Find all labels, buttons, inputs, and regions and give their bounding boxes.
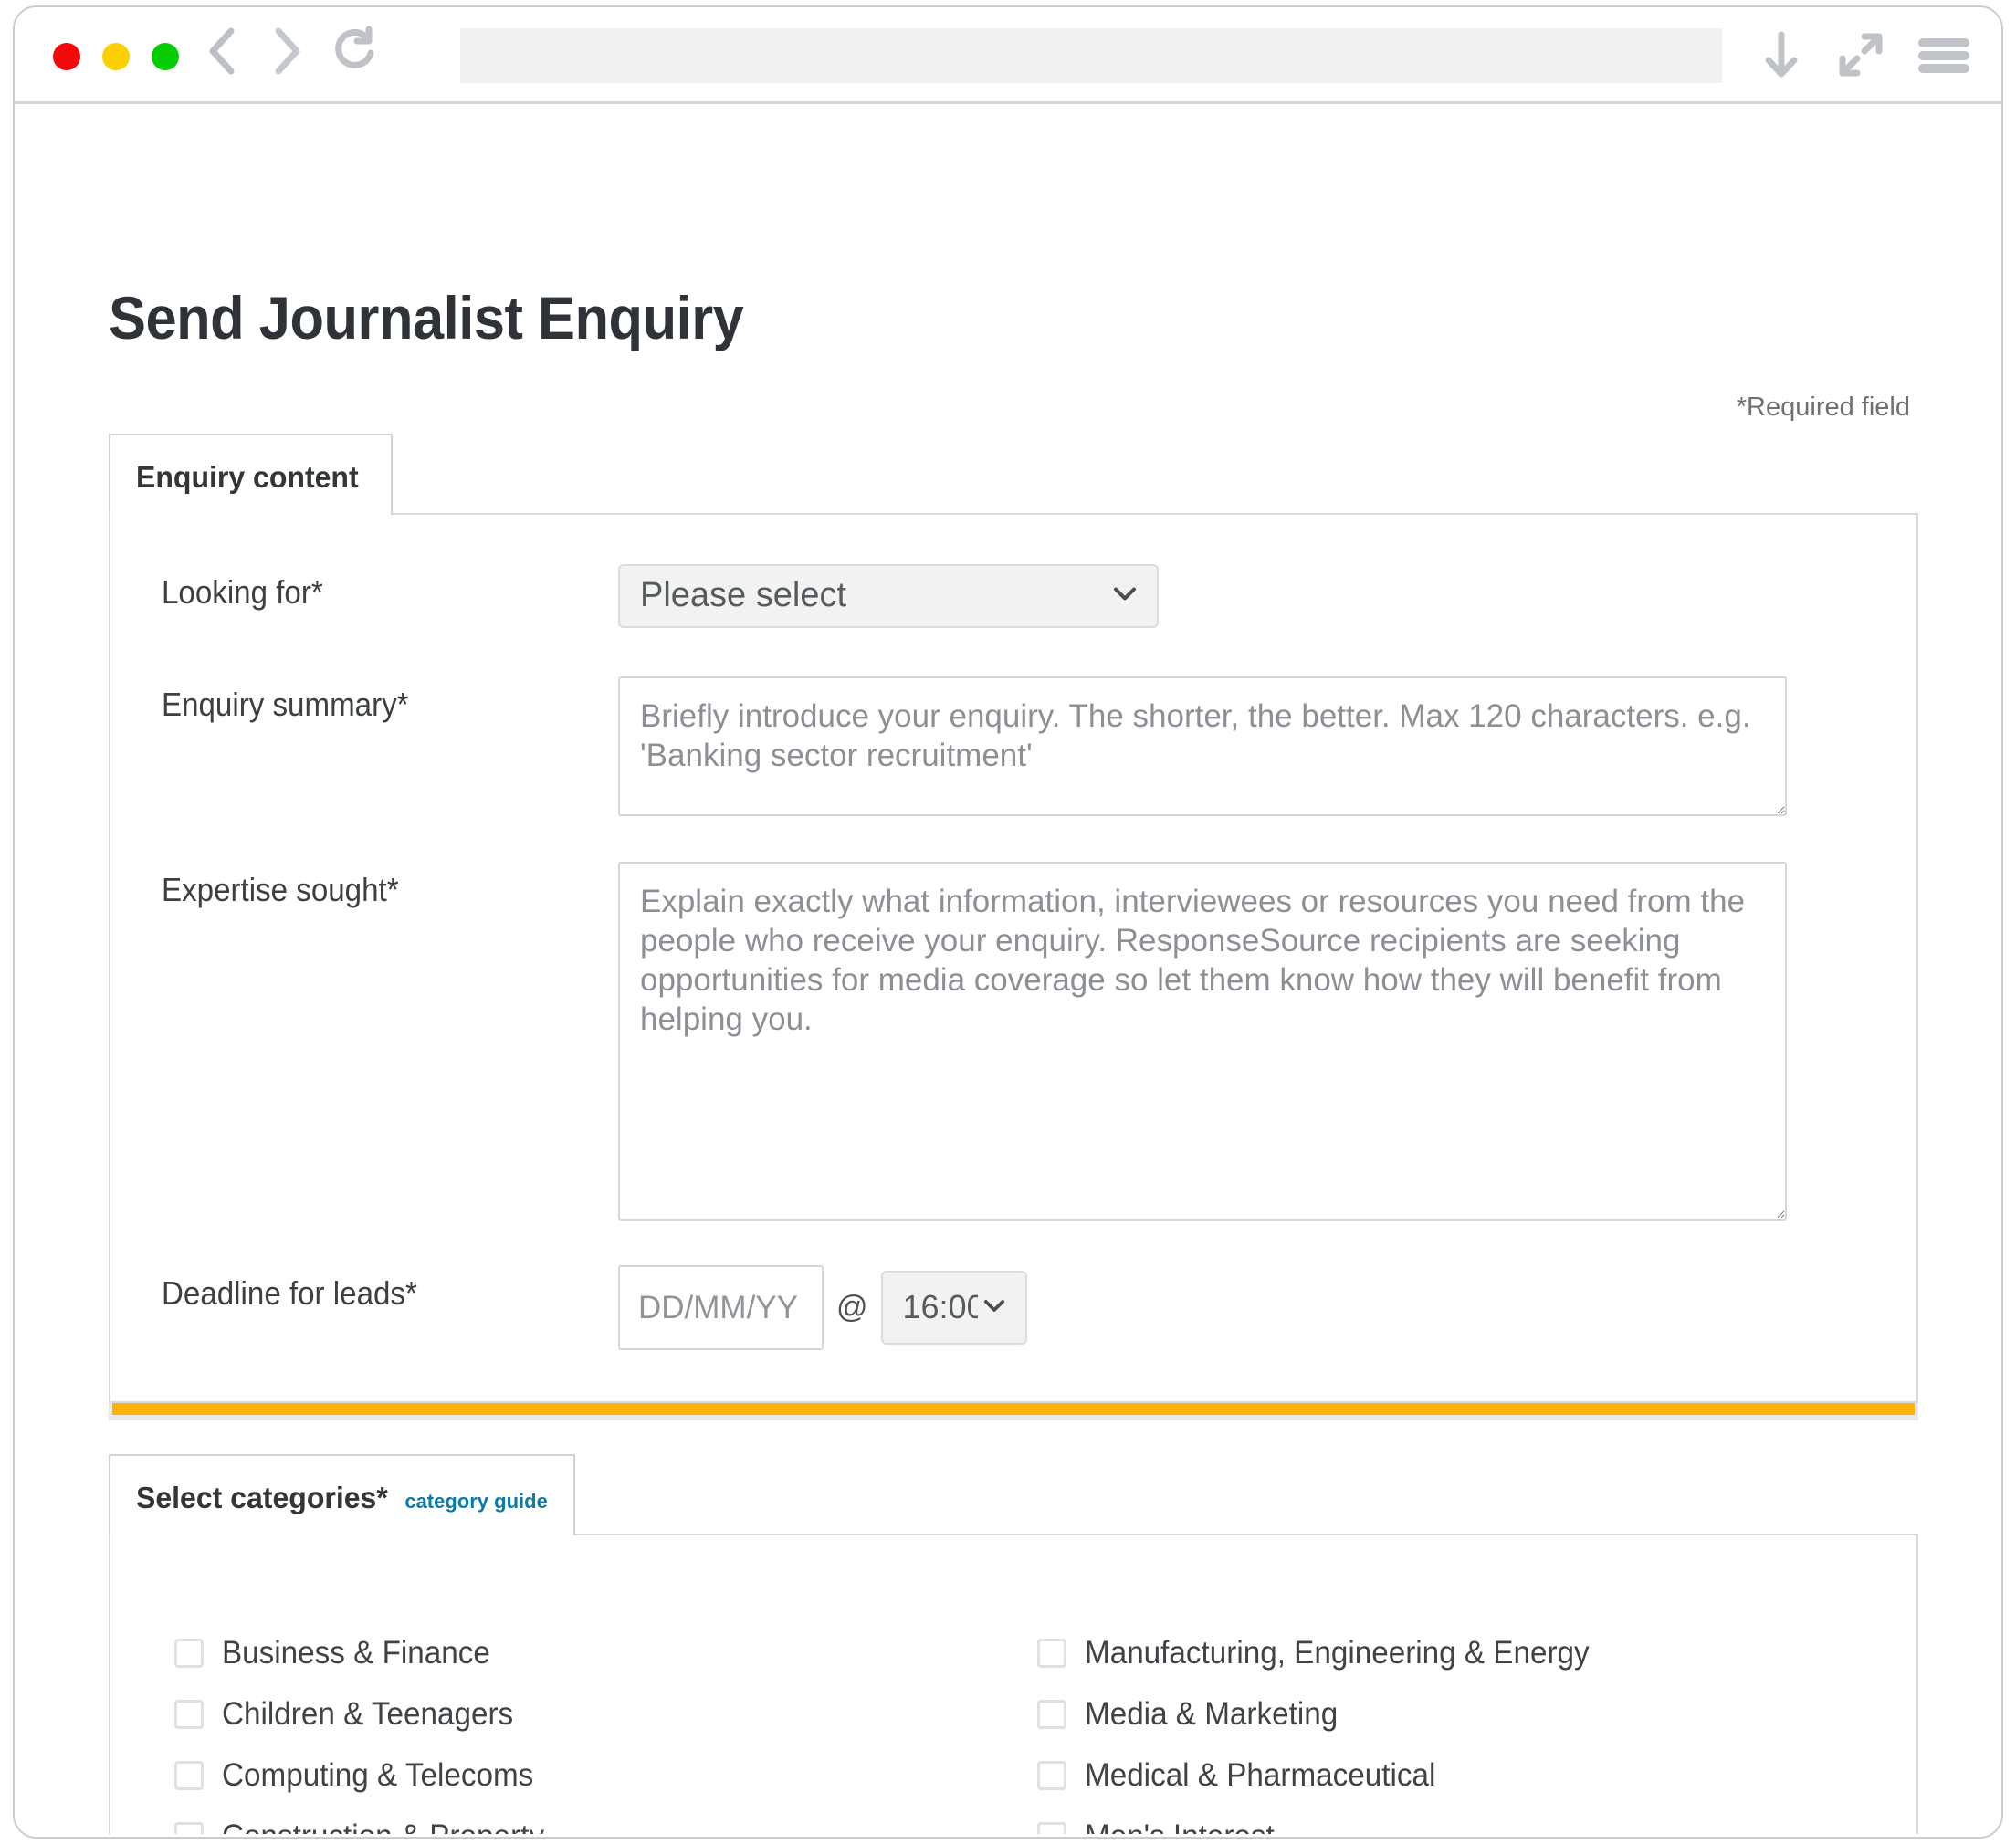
field-row-enquiry-summary: Enquiry summary* bbox=[110, 676, 1916, 816]
page-content: Send Journalist Enquiry *Required field … bbox=[15, 104, 2001, 1834]
category-checkbox[interactable] bbox=[174, 1700, 204, 1729]
expertise-sought-label: Expertise sought* bbox=[162, 871, 399, 908]
window-controls bbox=[53, 43, 179, 70]
category-checkbox[interactable] bbox=[1037, 1700, 1066, 1729]
category-item[interactable]: Media & Marketing bbox=[1037, 1684, 1900, 1744]
select-categories-body: Business & Finance Children & Teenagers … bbox=[109, 1534, 1918, 1834]
enquiry-panel-accent-wrap bbox=[109, 1403, 1918, 1420]
deadline-date-input[interactable] bbox=[618, 1265, 824, 1350]
category-column-left: Business & Finance Children & Teenagers … bbox=[174, 1623, 1037, 1834]
enquiry-content-body: Looking for* Please select Enquiry summa… bbox=[109, 513, 1918, 1403]
category-checkbox[interactable] bbox=[1037, 1822, 1066, 1834]
field-row-looking-for: Looking for* Please select bbox=[110, 564, 1916, 628]
category-label: Manufacturing, Engineering & Energy bbox=[1085, 1635, 1590, 1671]
enquiry-panel-accent-bar bbox=[112, 1403, 1915, 1415]
tab-select-categories[interactable]: Select categories* category guide bbox=[109, 1454, 575, 1535]
category-guide-link[interactable]: category guide bbox=[404, 1490, 547, 1513]
looking-for-label: Looking for* bbox=[162, 573, 323, 611]
deadline-field: @ 16:00 bbox=[618, 1265, 1916, 1350]
enquiry-summary-field bbox=[618, 676, 1916, 816]
maximize-window-button[interactable] bbox=[152, 43, 179, 70]
expertise-sought-textarea[interactable] bbox=[618, 862, 1787, 1221]
forward-chevron-icon[interactable] bbox=[265, 24, 307, 79]
reload-icon[interactable] bbox=[331, 24, 378, 79]
close-window-button[interactable] bbox=[53, 43, 80, 70]
looking-for-select[interactable]: Please select bbox=[618, 564, 1159, 628]
category-grid: Business & Finance Children & Teenagers … bbox=[110, 1623, 1916, 1834]
tab-enquiry-content[interactable]: Enquiry content bbox=[109, 434, 394, 515]
tab-select-categories-label: Select categories* bbox=[136, 1481, 388, 1514]
minimize-window-button[interactable] bbox=[102, 43, 130, 70]
field-row-deadline: Deadline for leads* @ 16:00 bbox=[110, 1265, 1916, 1350]
tab-enquiry-content-label: Enquiry content bbox=[136, 460, 359, 494]
category-checkbox[interactable] bbox=[174, 1822, 204, 1834]
deadline-time-select[interactable]: 16:00 bbox=[880, 1271, 1027, 1345]
back-chevron-icon[interactable] bbox=[203, 24, 245, 79]
category-checkbox[interactable] bbox=[174, 1761, 204, 1790]
category-checkbox[interactable] bbox=[1037, 1639, 1066, 1668]
category-label: Media & Marketing bbox=[1085, 1696, 1339, 1732]
category-label: Computing & Telecoms bbox=[222, 1757, 534, 1793]
looking-for-select-wrap: Please select bbox=[618, 564, 1159, 628]
enquiry-content-panel: Enquiry content Looking for* Please sele… bbox=[109, 434, 1918, 1420]
browser-toolbar bbox=[15, 7, 2001, 104]
address-bar[interactable] bbox=[460, 28, 1722, 83]
category-item[interactable]: Computing & Telecoms bbox=[174, 1745, 1037, 1806]
category-checkbox[interactable] bbox=[1037, 1761, 1066, 1790]
category-item[interactable]: Children & Teenagers bbox=[174, 1684, 1037, 1744]
looking-for-field: Please select bbox=[618, 564, 1916, 628]
enquiry-summary-textarea[interactable] bbox=[618, 676, 1787, 816]
category-checkbox[interactable] bbox=[174, 1639, 204, 1668]
category-label: Men's Interest bbox=[1085, 1818, 1275, 1834]
category-label: Children & Teenagers bbox=[222, 1696, 514, 1732]
category-label: Construction & Property bbox=[222, 1818, 544, 1834]
category-label: Medical & Pharmaceutical bbox=[1085, 1757, 1436, 1793]
hamburger-menu-icon[interactable] bbox=[1917, 27, 1970, 84]
required-field-note: *Required field bbox=[1736, 393, 1910, 422]
page-title: Send Journalist Enquiry bbox=[109, 284, 744, 352]
category-column-right: Manufacturing, Engineering & Energy Medi… bbox=[1037, 1623, 1900, 1834]
at-separator: @ bbox=[836, 1290, 868, 1325]
category-item[interactable]: Men's Interest bbox=[1037, 1807, 1900, 1834]
browser-window: Send Journalist Enquiry *Required field … bbox=[13, 5, 2003, 1839]
enquiry-summary-label: Enquiry summary* bbox=[162, 686, 409, 723]
navigation-buttons bbox=[203, 24, 378, 79]
deadline-label: Deadline for leads* bbox=[162, 1274, 417, 1312]
expertise-sought-field bbox=[618, 862, 1916, 1221]
select-categories-panel: Select categories* category guide Busines… bbox=[109, 1454, 1918, 1834]
category-item[interactable]: Manufacturing, Engineering & Energy bbox=[1037, 1623, 1900, 1683]
category-label: Business & Finance bbox=[222, 1635, 490, 1671]
expand-arrows-icon[interactable] bbox=[1835, 27, 1885, 84]
deadline-time-select-wrap: 16:00 bbox=[880, 1271, 1027, 1345]
field-row-expertise-sought: Expertise sought* bbox=[110, 862, 1916, 1221]
toolbar-actions bbox=[1760, 27, 1970, 84]
category-item[interactable]: Construction & Property bbox=[174, 1807, 1037, 1834]
download-arrow-icon[interactable] bbox=[1760, 27, 1802, 84]
category-item[interactable]: Medical & Pharmaceutical bbox=[1037, 1745, 1900, 1806]
category-item[interactable]: Business & Finance bbox=[174, 1623, 1037, 1683]
